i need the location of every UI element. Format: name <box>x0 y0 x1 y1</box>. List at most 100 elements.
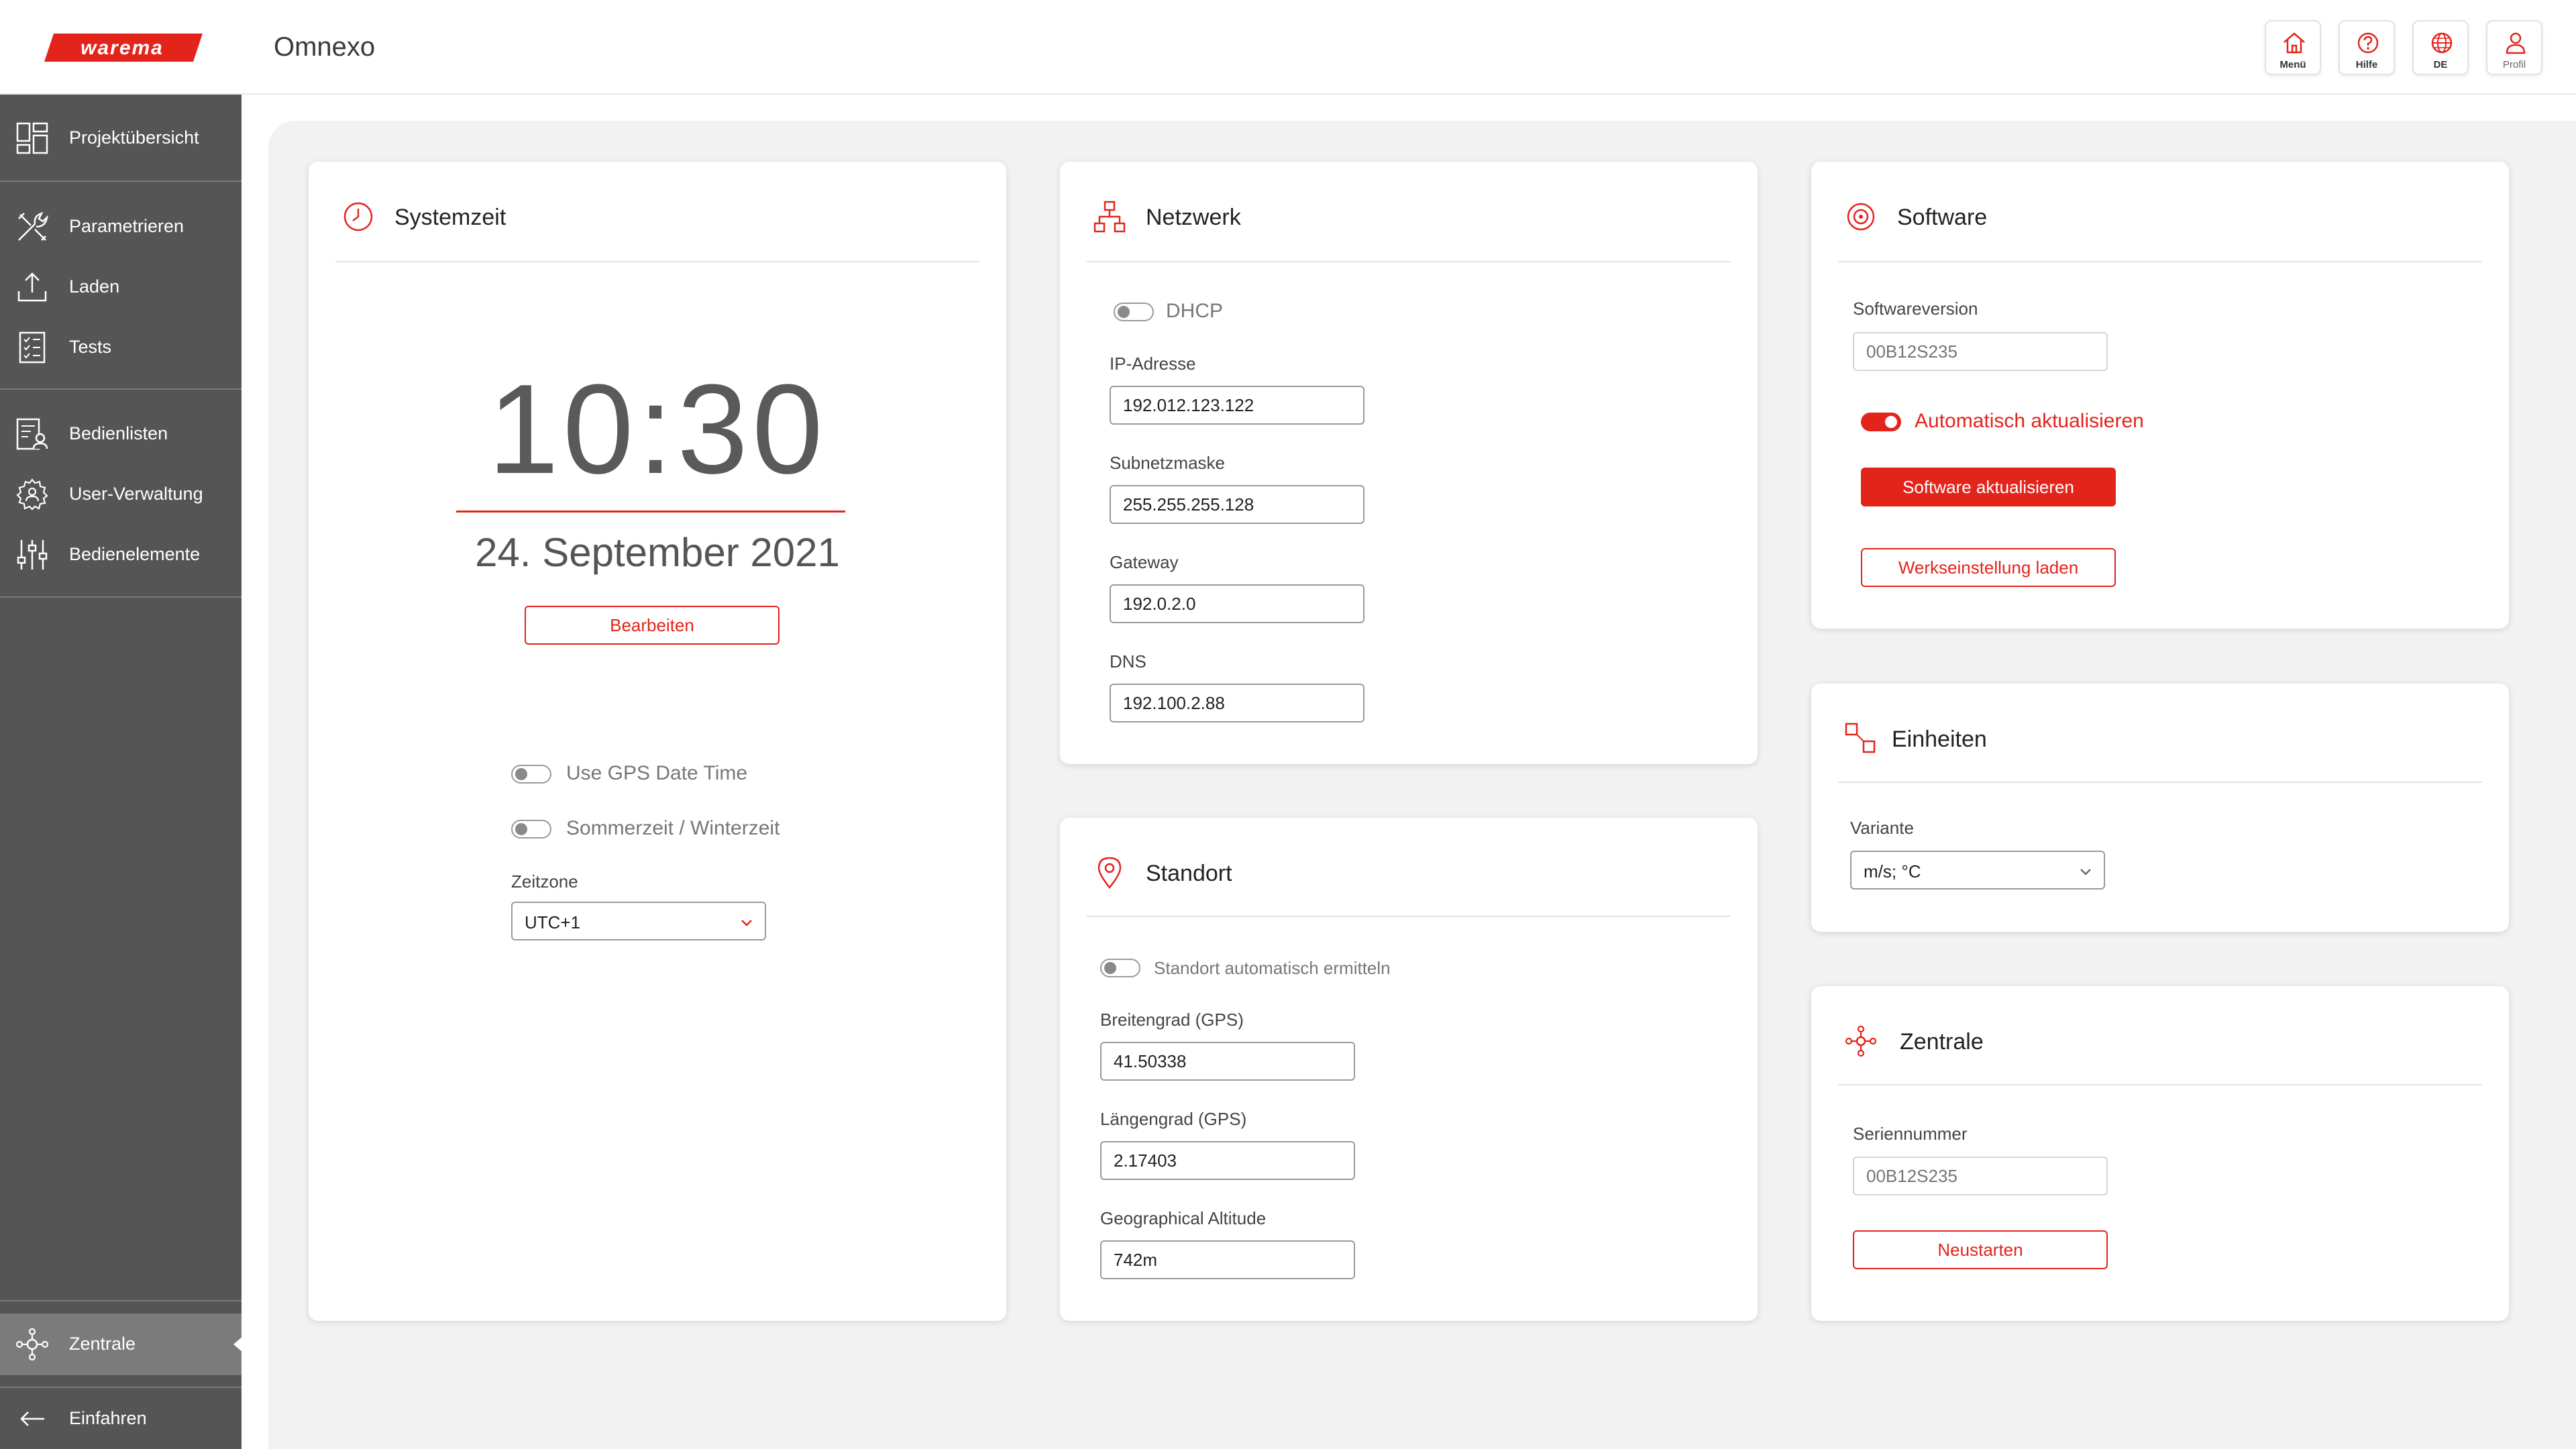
dashboard-icon <box>16 122 48 154</box>
user-settings-icon <box>16 478 48 511</box>
gps-time-label: Use GPS Date Time <box>566 762 748 784</box>
hub-icon <box>1845 1025 1877 1057</box>
sidebar-divider <box>0 388 241 390</box>
ip-label: IP-Adresse <box>1110 354 1196 374</box>
subnet-field[interactable] <box>1110 485 1364 524</box>
update-software-button[interactable]: Software aktualisieren <box>1861 468 2116 506</box>
sidebar-item-zentrale[interactable]: Zentrale <box>0 1313 243 1375</box>
card-header: Standort <box>1087 818 1731 917</box>
user-icon <box>2506 32 2526 54</box>
sidebar-item-tests[interactable]: Tests <box>0 321 241 374</box>
hub-icon <box>15 1328 49 1361</box>
gateway-field[interactable] <box>1110 584 1364 623</box>
variant-value: m/s; °C <box>1864 861 1921 881</box>
latitude-field[interactable] <box>1100 1042 1355 1081</box>
language-button[interactable]: DE <box>2412 20 2469 75</box>
tools-icon <box>18 211 48 241</box>
checklist-icon <box>19 331 46 364</box>
sidebar-item-parametrieren[interactable]: Parametrieren <box>0 200 241 254</box>
sidebar: Projektübersicht Parametrieren Laden Tes… <box>0 95 243 1449</box>
dns-field[interactable] <box>1110 684 1364 722</box>
card-title: Systemzeit <box>394 205 506 230</box>
serial-number-field[interactable] <box>1853 1157 2108 1195</box>
sidebar-item-label: Projektübersicht <box>69 127 199 148</box>
sidebar-item-label: Zentrale <box>69 1334 136 1354</box>
dst-toggle[interactable] <box>511 820 551 839</box>
altitude-field[interactable] <box>1100 1240 1355 1279</box>
sidebar-divider <box>0 180 241 182</box>
app-header: warema Omnexo Menü Hilfe DE Profil <box>0 0 2576 95</box>
timezone-label: Zeitzone <box>511 871 578 892</box>
longitude-field[interactable] <box>1100 1141 1355 1180</box>
warema-logo[interactable]: warema <box>44 34 203 62</box>
sidebar-item-label: Bedienelemente <box>69 544 201 564</box>
card-header: Zentrale <box>1838 986 2482 1085</box>
sidebar-item-laden[interactable]: Laden <box>0 260 241 314</box>
factory-reset-button[interactable]: Werkseinstellung laden <box>1861 548 2116 587</box>
sidebar-item-label: Laden <box>69 276 120 297</box>
dhcp-toggle[interactable] <box>1114 303 1154 321</box>
sliders-icon <box>17 540 48 570</box>
upload-icon <box>17 272 47 302</box>
chevron-down-icon <box>741 920 752 926</box>
logo-text: warema <box>80 37 164 59</box>
restart-button[interactable]: Neustarten <box>1853 1230 2108 1269</box>
sidebar-item-bedienelemente[interactable]: Bedienelemente <box>0 528 241 582</box>
sidebar-item-bedienlisten[interactable]: Bedienlisten <box>0 407 241 461</box>
standort-card: Standort Standort automatisch ermitteln … <box>1060 818 1758 1321</box>
arrow-left-icon <box>20 1411 44 1426</box>
sidebar-item-projektuebersicht[interactable]: Projektübersicht <box>0 111 241 165</box>
software-version-field[interactable] <box>1853 332 2108 371</box>
card-title: Einheiten <box>1892 727 1987 752</box>
auto-location-toggle[interactable] <box>1100 959 1140 977</box>
menu-button-label: Menü <box>2279 59 2306 70</box>
sidebar-divider <box>0 596 241 598</box>
card-title: Zentrale <box>1900 1029 1984 1055</box>
timezone-select[interactable]: UTC+1 <box>511 902 766 941</box>
card-header: Netzwerk <box>1087 162 1731 262</box>
help-button-label: Hilfe <box>2355 59 2378 70</box>
sidebar-divider <box>0 1387 241 1388</box>
profile-button-label: Profil <box>2502 59 2526 70</box>
subnet-label: Subnetzmaske <box>1110 453 1225 473</box>
profile-button[interactable]: Profil <box>2486 20 2542 75</box>
clock-date: 24. September 2021 <box>475 530 840 575</box>
globe-icon <box>2431 32 2453 54</box>
active-indicator <box>233 1336 243 1352</box>
help-button[interactable]: Hilfe <box>2339 20 2395 75</box>
variant-select[interactable]: m/s; °C <box>1850 851 2105 890</box>
help-icon <box>2357 32 2379 54</box>
card-title: Software <box>1897 205 1988 230</box>
units-icon <box>1845 722 1876 753</box>
auto-location-label: Standort automatisch ermitteln <box>1154 958 1391 978</box>
menu-button[interactable]: Menü <box>2265 20 2321 75</box>
time-underline <box>456 511 845 513</box>
network-icon <box>1093 201 1126 233</box>
systemzeit-card: Systemzeit 10:30 24. September 2021 Bear… <box>309 162 1006 1321</box>
sidebar-collapse-button[interactable]: Einfahren <box>0 1392 241 1446</box>
sidebar-collapse-label: Einfahren <box>69 1408 147 1428</box>
user-list-icon <box>16 418 48 450</box>
clock-time: 10:30 <box>488 358 827 500</box>
sidebar-item-label: Bedienlisten <box>69 423 168 443</box>
sidebar-item-user-verwaltung[interactable]: User-Verwaltung <box>0 468 241 521</box>
ip-address-field[interactable] <box>1110 386 1364 425</box>
latitude-label: Breitengrad (GPS) <box>1100 1010 1244 1030</box>
auto-update-toggle[interactable] <box>1861 413 1901 431</box>
dst-label: Sommerzeit / Winterzeit <box>566 817 780 839</box>
gps-time-toggle[interactable] <box>511 765 551 784</box>
auto-update-label: Automatisch aktualisieren <box>1915 410 2144 432</box>
card-header: Systemzeit <box>335 162 979 262</box>
netzwerk-card: Netzwerk DHCP IP-Adresse Subnetzmaske Ga… <box>1060 162 1758 764</box>
edit-button[interactable]: Bearbeiten <box>525 606 780 645</box>
zentrale-card: Zentrale Seriennummer Neustarten <box>1811 986 2509 1321</box>
app-title: Omnexo <box>274 32 376 62</box>
einheiten-card: Einheiten Variante m/s; °C <box>1811 684 2509 932</box>
software-target-icon <box>1847 203 1875 231</box>
language-button-label: DE <box>2433 59 2448 70</box>
home-icon <box>2284 32 2305 54</box>
dhcp-label: DHCP <box>1166 300 1224 322</box>
location-pin-icon <box>1097 857 1122 890</box>
chevron-down-icon <box>2080 869 2091 875</box>
card-header: Software <box>1838 162 2482 262</box>
